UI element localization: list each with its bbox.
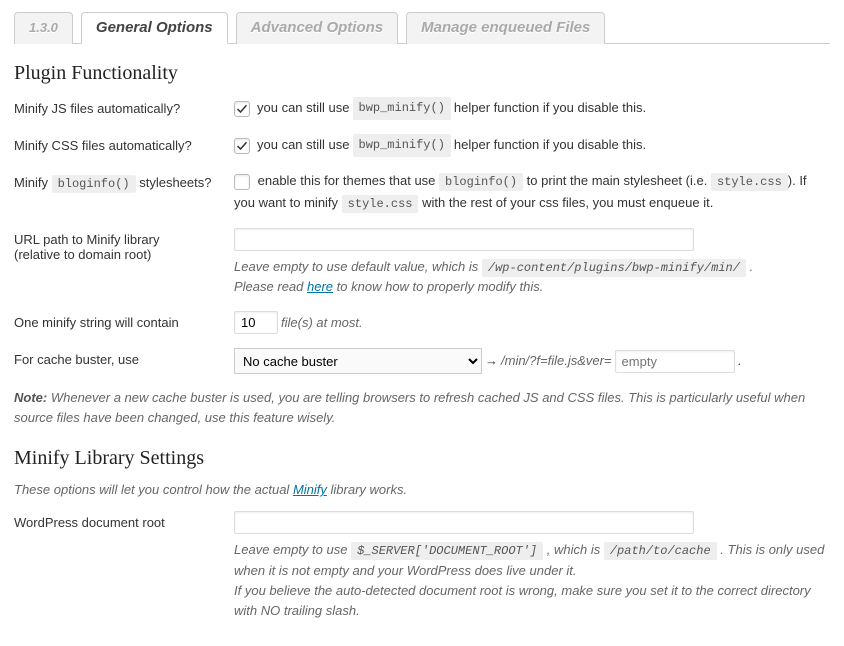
- tab-general-options[interactable]: General Options: [81, 12, 228, 44]
- code-bloginfo: bloginfo(): [439, 173, 523, 191]
- text: .: [738, 351, 742, 372]
- tab-version: 1.3.0: [14, 12, 73, 44]
- text: (relative to domain root): [14, 247, 151, 262]
- note-prefix: Note:: [14, 390, 47, 405]
- text: you can still use: [257, 98, 350, 119]
- input-file-count[interactable]: [234, 311, 278, 334]
- code-style-css: style.css: [342, 195, 419, 213]
- label-minify-bloginfo: Minify bloginfo() stylesheets?: [14, 171, 234, 191]
- tab-advanced-options[interactable]: Advanced Options: [236, 12, 399, 44]
- text: helper function if you disable this.: [454, 98, 646, 119]
- text: URL path to Minify library: [14, 232, 159, 247]
- text: stylesheets?: [139, 175, 211, 190]
- tab-manage-enqueued[interactable]: Manage enqueued Files: [406, 12, 605, 44]
- text: enable this for themes that use: [258, 173, 436, 188]
- check-icon: [236, 140, 248, 152]
- code-style-css: style.css: [711, 173, 788, 191]
- text: library works.: [331, 482, 408, 497]
- text: you can still use: [257, 135, 350, 156]
- input-url-path[interactable]: [234, 228, 694, 251]
- check-icon: [236, 103, 248, 115]
- text: Leave empty to use: [234, 542, 347, 557]
- checkbox-minify-js[interactable]: [234, 101, 250, 117]
- note-text: Whenever a new cache buster is used, you…: [14, 390, 805, 425]
- text: with the rest of your css files, you mus…: [422, 195, 713, 210]
- text: to print the main stylesheet (i.e.: [527, 173, 708, 188]
- label-doc-root: WordPress document root: [14, 511, 234, 530]
- text-pattern: /min/?f=file.js&ver=: [501, 351, 612, 372]
- text: Leave empty to use default value, which …: [234, 259, 478, 274]
- label-minify-css: Minify CSS files automatically?: [14, 134, 234, 153]
- label-minify-js: Minify JS files automatically?: [14, 97, 234, 116]
- label-one-string: One minify string will contain: [14, 311, 234, 330]
- text: Please read: [234, 279, 303, 294]
- link-here[interactable]: here: [307, 279, 333, 294]
- text: These options will let you control how t…: [14, 482, 289, 497]
- code-bloginfo: bloginfo(): [52, 175, 136, 193]
- input-cache-buster-value[interactable]: [615, 350, 735, 373]
- text: helper function if you disable this.: [454, 135, 646, 156]
- code-bwp-minify: bwp_minify(): [353, 97, 451, 120]
- select-cache-buster[interactable]: No cache buster: [234, 348, 482, 374]
- text: , which is: [547, 542, 600, 557]
- text: .: [750, 259, 754, 274]
- arrow-icon: →: [485, 351, 498, 372]
- helper-url-path: Leave empty to use default value, which …: [234, 257, 830, 298]
- text: If you believe the auto-detected documen…: [234, 583, 811, 618]
- section-minify-library: Minify Library Settings: [14, 447, 830, 470]
- label-cache-buster: For cache buster, use: [14, 348, 234, 367]
- section-intro: These options will let you control how t…: [14, 482, 830, 497]
- section-plugin-functionality: Plugin Functionality: [14, 62, 830, 85]
- checkbox-minify-css[interactable]: [234, 138, 250, 154]
- input-doc-root[interactable]: [234, 511, 694, 534]
- text: to know how to properly modify this.: [337, 279, 544, 294]
- text-files-at-most: file(s) at most.: [281, 313, 363, 333]
- code-server-docroot: $_SERVER['DOCUMENT_ROOT']: [351, 542, 543, 560]
- code-bwp-minify: bwp_minify(): [353, 134, 451, 157]
- tabs-nav: 1.3.0 General Options Advanced Options M…: [14, 12, 830, 44]
- note-cache-buster: Note: Whenever a new cache buster is use…: [14, 388, 830, 427]
- code-default-path: /wp-content/plugins/bwp-minify/min/: [482, 259, 746, 277]
- helper-doc-root: Leave empty to use $_SERVER['DOCUMENT_RO…: [234, 540, 830, 621]
- checkbox-minify-bloginfo[interactable]: [234, 174, 250, 190]
- text: Minify: [14, 175, 48, 190]
- link-minify[interactable]: Minify: [293, 482, 327, 497]
- code-path-to-cache: /path/to/cache: [604, 542, 717, 560]
- label-url-path: URL path to Minify library (relative to …: [14, 228, 234, 262]
